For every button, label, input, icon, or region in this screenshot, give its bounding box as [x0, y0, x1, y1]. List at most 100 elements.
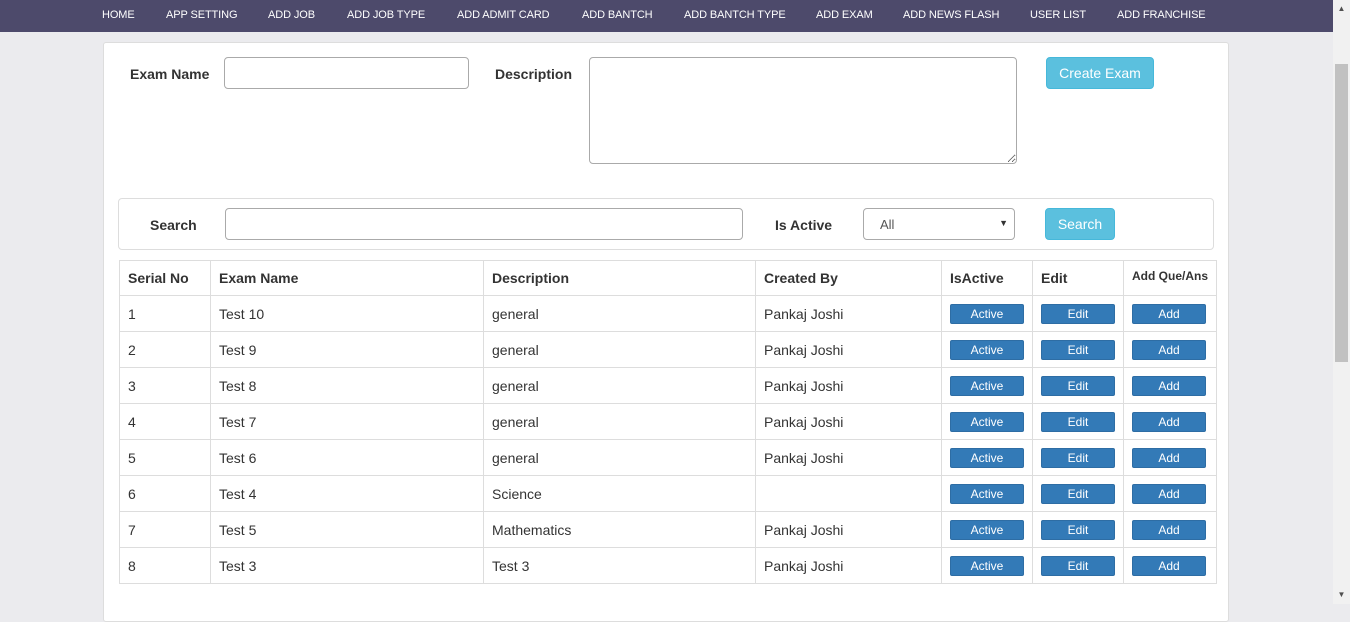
cell-add-que-ans-button: Add	[1122, 403, 1218, 440]
nav-add-job-type[interactable]: ADD JOB TYPE	[347, 9, 425, 21]
edit-button[interactable]: Edit	[1041, 447, 1115, 468]
cell-add-que-ans-button: Add	[1122, 367, 1218, 404]
edit-button[interactable]: Edit	[1041, 411, 1115, 432]
header-serial-no: Serial No	[119, 260, 211, 296]
cell-description: general	[483, 367, 756, 404]
cell-edit-button: Edit	[1032, 331, 1124, 368]
edit-button[interactable]: Edit	[1041, 303, 1115, 324]
nav-add-job[interactable]: ADD JOB	[268, 9, 315, 21]
add-que-ans-button[interactable]: Add	[1132, 303, 1206, 324]
cell-active-button: Active	[941, 511, 1033, 548]
cell-exam-name: Test 5	[210, 511, 484, 548]
cell-exam-name: Test 10	[210, 295, 484, 332]
cell-add-que-ans-button: Add	[1122, 439, 1218, 476]
cell-exam-name: Test 8	[210, 367, 484, 404]
vertical-scrollbar[interactable]: ▲ ▼	[1333, 0, 1350, 604]
search-button[interactable]: Search	[1045, 208, 1115, 240]
cell-active-button: Active	[941, 475, 1033, 512]
cell-serial-no: 8	[119, 547, 211, 584]
table-row: 3 Test 8 general Pankaj Joshi Active Edit Add	[119, 367, 1218, 404]
table-row: 7 Test 5 Mathematics Pankaj Joshi Active Edit…	[119, 511, 1218, 548]
cell-created-by: Pankaj Joshi	[755, 511, 942, 548]
active-button[interactable]: Active	[950, 303, 1024, 324]
active-button[interactable]: Active	[950, 447, 1024, 468]
cell-description: general	[483, 439, 756, 476]
cell-description: general	[483, 295, 756, 332]
is-active-label: Is Active	[775, 217, 833, 233]
edit-button[interactable]: Edit	[1041, 339, 1115, 360]
add-que-ans-button[interactable]: Add	[1132, 375, 1206, 396]
cell-add-que-ans-button: Add	[1122, 475, 1218, 512]
exam-name-input[interactable]	[224, 57, 469, 89]
table-row: 8 Test 3 Test 3 Pankaj Joshi Active Edit Add	[119, 547, 1218, 584]
header-created-by: Created By	[755, 260, 942, 296]
active-button[interactable]: Active	[950, 411, 1024, 432]
description-textarea[interactable]	[589, 57, 1017, 164]
add-que-ans-button[interactable]: Add	[1132, 483, 1206, 504]
edit-button[interactable]: Edit	[1041, 483, 1115, 504]
nav-add-bantch[interactable]: ADD BANTCH	[582, 9, 653, 21]
table-row: 2 Test 9 general Pankaj Joshi Active Edit Add	[119, 331, 1218, 368]
cell-edit-button: Edit	[1032, 511, 1124, 548]
is-active-select[interactable]: All ▼	[863, 208, 1015, 240]
cell-edit-button: Edit	[1032, 475, 1124, 512]
nav-add-bantch-type[interactable]: ADD BANTCH TYPE	[684, 9, 786, 21]
active-button[interactable]: Active	[950, 375, 1024, 396]
header-is-active: IsActive	[941, 260, 1033, 296]
nav-add-franchise[interactable]: ADD FRANCHISE	[1117, 9, 1206, 21]
cell-edit-button: Edit	[1032, 547, 1124, 584]
scroll-thumb[interactable]	[1335, 64, 1348, 362]
search-input[interactable]	[225, 208, 743, 240]
cell-edit-button: Edit	[1032, 439, 1124, 476]
active-button[interactable]: Active	[950, 519, 1024, 540]
add-que-ans-button[interactable]: Add	[1132, 447, 1206, 468]
search-label: Search	[150, 217, 197, 233]
cell-active-button: Active	[941, 403, 1033, 440]
cell-serial-no: 1	[119, 295, 211, 332]
cell-created-by: Pankaj Joshi	[755, 547, 942, 584]
cell-created-by: Pankaj Joshi	[755, 439, 942, 476]
cell-serial-no: 4	[119, 403, 211, 440]
nav-app-setting[interactable]: APP SETTING	[166, 9, 238, 21]
description-label: Description	[495, 66, 573, 82]
active-button[interactable]: Active	[950, 555, 1024, 576]
cell-edit-button: Edit	[1032, 367, 1124, 404]
cell-edit-button: Edit	[1032, 295, 1124, 332]
cell-add-que-ans-button: Add	[1122, 295, 1218, 332]
create-exam-button[interactable]: Create Exam	[1046, 57, 1154, 89]
active-button[interactable]: Active	[950, 483, 1024, 504]
cell-active-button: Active	[941, 439, 1033, 476]
cell-active-button: Active	[941, 547, 1033, 584]
add-que-ans-button[interactable]: Add	[1132, 411, 1206, 432]
nav-add-exam[interactable]: ADD EXAM	[816, 9, 873, 21]
edit-button[interactable]: Edit	[1041, 375, 1115, 396]
add-que-ans-button[interactable]: Add	[1132, 555, 1206, 576]
scroll-up-arrow-icon[interactable]: ▲	[1333, 2, 1350, 16]
cell-created-by	[755, 475, 942, 512]
header-add-que-ans: Add Que/Ans	[1122, 260, 1218, 296]
cell-created-by: Pankaj Joshi	[755, 403, 942, 440]
nav-home[interactable]: HOME	[102, 9, 135, 21]
edit-button[interactable]: Edit	[1041, 555, 1115, 576]
header-edit: Edit	[1032, 260, 1124, 296]
cell-serial-no: 2	[119, 331, 211, 368]
cell-exam-name: Test 6	[210, 439, 484, 476]
cell-add-que-ans-button: Add	[1122, 331, 1218, 368]
nav-add-admit-card[interactable]: ADD ADMIT CARD	[457, 9, 550, 21]
cell-exam-name: Test 4	[210, 475, 484, 512]
cell-description: Test 3	[483, 547, 756, 584]
scroll-down-arrow-icon[interactable]: ▼	[1333, 588, 1350, 602]
cell-add-que-ans-button: Add	[1122, 511, 1218, 548]
cell-description: general	[483, 403, 756, 440]
cell-created-by: Pankaj Joshi	[755, 367, 942, 404]
edit-button[interactable]: Edit	[1041, 519, 1115, 540]
nav-add-news-flash[interactable]: ADD NEWS FLASH	[903, 9, 1000, 21]
cell-exam-name: Test 9	[210, 331, 484, 368]
add-que-ans-button[interactable]: Add	[1132, 339, 1206, 360]
active-button[interactable]: Active	[950, 339, 1024, 360]
cell-serial-no: 5	[119, 439, 211, 476]
nav-user-list[interactable]: USER LIST	[1030, 9, 1086, 21]
is-active-selected-value: All	[880, 217, 895, 232]
add-que-ans-button[interactable]: Add	[1132, 519, 1206, 540]
cell-description: Science	[483, 475, 756, 512]
